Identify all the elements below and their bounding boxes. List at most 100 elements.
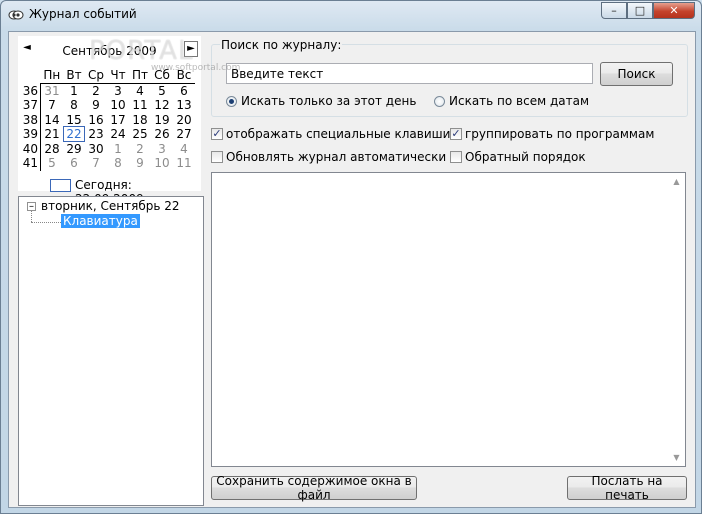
weekday-label: Сб [151, 68, 173, 84]
calendar-day[interactable]: 27 [173, 127, 195, 142]
calendar-day[interactable]: 8 [107, 156, 129, 171]
checkbox-group-by-programs-label: группировать по программам [465, 127, 655, 141]
minimize-button[interactable]: – [601, 2, 627, 19]
calendar-day[interactable]: 4 [129, 83, 151, 98]
calendar-day[interactable]: 3 [107, 83, 129, 98]
selected-day-label: 22 [63, 126, 85, 143]
calendar-day[interactable]: 11 [129, 98, 151, 113]
calendar-day[interactable]: 15 [63, 113, 85, 128]
search-button[interactable]: Поиск [600, 62, 673, 86]
calendar-day[interactable]: 1 [107, 142, 129, 157]
calendar-day[interactable]: 14 [41, 113, 64, 128]
checkbox-show-special-keys[interactable]: ✓ отображать специальные клавиши [211, 127, 450, 141]
close-button[interactable]: ✕ [653, 2, 695, 19]
radio-dot-checked [226, 95, 237, 107]
minimize-icon: – [611, 4, 617, 17]
week-number: 36 [20, 83, 41, 98]
calendar-day[interactable]: 30 [85, 142, 107, 157]
scroll-down-icon[interactable]: ▼ [668, 449, 685, 466]
caption-buttons: – □ ✕ [601, 2, 695, 20]
radio-search-today[interactable]: Искать только за этот день [226, 94, 416, 108]
calendar-month-label[interactable]: Сентябрь 2009 [18, 44, 201, 58]
tree-connector [31, 211, 32, 222]
calendar-day[interactable]: 6 [63, 156, 85, 171]
calendar-day[interactable]: 11 [173, 156, 195, 171]
calendar-day[interactable]: 23 [85, 127, 107, 142]
events-tree[interactable]: – вторник, Сентябрь 22 Клавиатура [18, 196, 204, 506]
save-to-file-button[interactable]: Сохранить содержимое окна в файл [211, 474, 417, 502]
calendar-day[interactable]: 24 [107, 127, 129, 142]
radio-search-all-label: Искать по всем датам [449, 94, 590, 108]
calendar-day[interactable]: 4 [173, 142, 195, 157]
tree-node-keyboard[interactable]: Клавиатура [61, 214, 140, 228]
calendar-day[interactable]: 9 [129, 156, 151, 171]
today-marker [50, 179, 71, 192]
calendar-day[interactable]: 7 [41, 98, 64, 113]
eye-icon [8, 10, 24, 20]
calendar-day[interactable]: 8 [63, 98, 85, 113]
calendar-day[interactable]: 1 [63, 83, 85, 98]
checkmark-icon: ✓ [211, 127, 223, 140]
week-number: 37 [20, 98, 41, 113]
radio-search-today-label: Искать только за этот день [241, 94, 417, 108]
calendar-day[interactable]: 18 [129, 113, 151, 128]
checkbox-empty [450, 151, 462, 163]
calendar-grid: Пн Вт Ср Чт Пт Сб Вс 36 31 1 2 3 4 5 6 3… [20, 68, 195, 171]
print-button[interactable]: Послать на печать [567, 474, 687, 502]
checkbox-auto-update-label: Обновлять журнал автоматически [226, 150, 447, 164]
tree-node-date[interactable]: вторник, Сентябрь 22 [41, 199, 180, 213]
weekday-label: Пн [40, 68, 63, 84]
scroll-up-icon[interactable]: ▲ [668, 173, 685, 190]
radio-dot [434, 95, 445, 107]
week-number: 40 [20, 141, 41, 156]
radio-search-all[interactable]: Искать по всем датам [434, 94, 589, 108]
calendar-day[interactable]: 3 [151, 142, 173, 157]
next-month-button[interactable]: ► [184, 41, 198, 57]
calendar-day[interactable]: 31 [41, 83, 64, 98]
calendar-day-selected[interactable]: 22 [63, 126, 85, 143]
search-group-label: Поиск по журналу: [220, 38, 343, 52]
calendar-day[interactable]: 2 [129, 142, 151, 157]
maximize-button[interactable]: □ [627, 2, 653, 19]
calendar-day[interactable]: 13 [173, 98, 195, 113]
month-calendar[interactable]: ◄ Сентябрь 2009 ► Пн Вт Ср Чт Пт Сб Вс 3… [18, 36, 201, 206]
calendar-day[interactable]: 2 [85, 83, 107, 98]
calendar-day[interactable]: 9 [85, 98, 107, 113]
calendar-day[interactable]: 10 [151, 156, 173, 171]
client-area: ◄ Сентябрь 2009 ► Пн Вт Ср Чт Пт Сб Вс 3… [8, 31, 696, 508]
calendar-day[interactable]: 28 [41, 142, 64, 157]
close-icon: ✕ [669, 4, 679, 17]
calendar-day[interactable]: 25 [129, 127, 151, 142]
checkbox-group-by-programs[interactable]: ✓ группировать по программам [450, 127, 654, 141]
checkbox-empty [211, 151, 223, 163]
weekday-label: Вт [63, 68, 85, 84]
calendar-day[interactable]: 5 [151, 83, 173, 98]
calendar-day[interactable]: 26 [151, 127, 173, 142]
collapse-icon[interactable]: – [27, 202, 36, 212]
calendar-day[interactable]: 7 [85, 156, 107, 171]
checkbox-auto-update[interactable]: Обновлять журнал автоматически [211, 150, 446, 164]
calendar-day[interactable]: 6 [173, 83, 195, 98]
week-number: 39 [20, 127, 41, 142]
checkbox-show-special-keys-label: отображать специальные клавиши [226, 127, 451, 141]
main-window: Журнал событий – □ ✕ ◄ Сентябрь 2009 ► П… [0, 0, 702, 514]
calendar-day[interactable]: 16 [85, 113, 107, 128]
week-number: 38 [20, 112, 41, 127]
calendar-day[interactable]: 19 [151, 113, 173, 128]
calendar-day[interactable]: 20 [173, 113, 195, 128]
checkbox-reverse-order[interactable]: Обратный порядок [450, 150, 586, 164]
calendar-day[interactable]: 29 [63, 142, 85, 157]
calendar-day[interactable]: 21 [41, 127, 64, 142]
calendar-day[interactable]: 12 [151, 98, 173, 113]
window-title: Журнал событий [29, 7, 137, 21]
checkmark-icon: ✓ [450, 127, 462, 140]
title-bar[interactable]: Журнал событий – □ ✕ [1, 1, 701, 29]
log-text-area[interactable]: ▲ ▼ [211, 172, 686, 467]
calendar-day[interactable]: 10 [107, 98, 129, 113]
search-input[interactable] [226, 63, 593, 84]
calendar-day[interactable]: 5 [41, 156, 64, 171]
vertical-scrollbar[interactable]: ▲ ▼ [668, 173, 685, 466]
weekday-label: Вс [173, 68, 195, 84]
calendar-day[interactable]: 17 [107, 113, 129, 128]
checkbox-reverse-order-label: Обратный порядок [465, 150, 586, 164]
